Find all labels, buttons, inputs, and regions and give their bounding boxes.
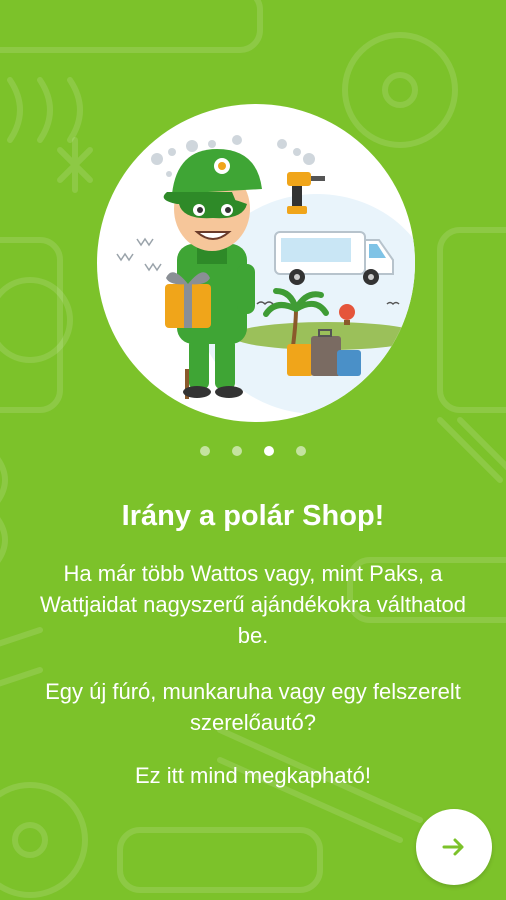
page-dot-4[interactable] — [296, 446, 306, 456]
onboarding-title: Irány a polár Shop! — [121, 500, 385, 532]
arrow-right-icon — [442, 838, 464, 856]
hero-illustration — [97, 104, 415, 422]
page-dot-1[interactable] — [200, 446, 210, 456]
onboarding-description-2: Egy új fúró, munkaruha vagy egy felszere… — [45, 679, 461, 735]
onboarding-description-3: Ez itt mind megkapható! — [134, 763, 371, 788]
page-dot-3-active[interactable] — [264, 446, 274, 456]
page-dot-2[interactable] — [232, 446, 242, 456]
onboarding-description-1: Ha már több Wattos vagy, mint Paks, a Wa… — [40, 561, 466, 648]
next-button[interactable] — [416, 809, 492, 885]
page-indicator — [0, 446, 506, 456]
